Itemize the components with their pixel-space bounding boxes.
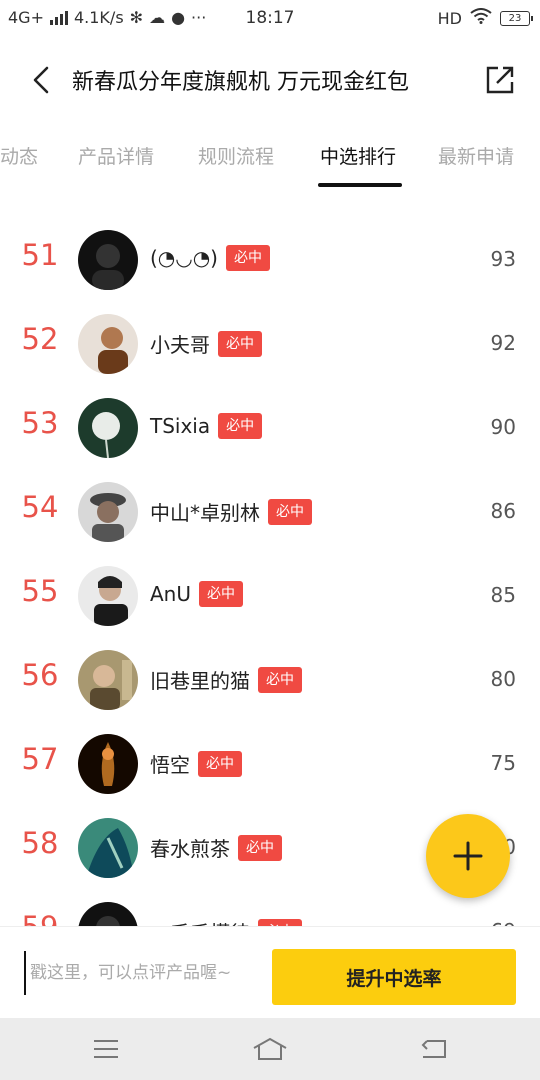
user-name: 旧巷里的猫 [150, 669, 250, 693]
system-nav-bar [0, 1018, 540, 1080]
back-nav-icon [421, 1040, 446, 1058]
user-info: TSixia 必中 [150, 413, 263, 439]
tab-rules[interactable]: 规则流程 [198, 142, 274, 169]
plus-icon [453, 841, 483, 871]
rank-number: 53 [21, 406, 59, 440]
list-item[interactable]: 55 AnU 必中 85 [0, 554, 540, 638]
share-button[interactable] [484, 64, 516, 96]
tab-latest-applications[interactable]: 最新申请 [438, 142, 514, 169]
must-win-badge: 必中 [199, 581, 243, 607]
avatar[interactable] [78, 650, 138, 710]
list-item[interactable]: 56 旧巷里的猫 必中 80 [0, 638, 540, 722]
list-item[interactable]: 53 TSixia 必中 90 [0, 386, 540, 470]
menu-nav-button[interactable] [86, 1032, 126, 1066]
boost-selection-rate-button[interactable]: 提升中选率 [272, 949, 516, 1005]
home-nav-button[interactable] [250, 1032, 290, 1066]
tab-product-details[interactable]: 产品详情 [78, 142, 154, 169]
hd-label: HD [437, 8, 462, 28]
back-arrow-icon [33, 66, 49, 94]
must-win-badge: 必中 [258, 666, 302, 693]
must-win-badge: 必中 [268, 498, 312, 525]
home-icon [253, 1037, 287, 1060]
battery-icon: 23 [500, 10, 533, 26]
list-item[interactable]: 51 (◔◡◔) 必中 93 [0, 218, 540, 302]
header: 新春瓜分年度旗舰机 万元现金红包 [0, 44, 540, 116]
wifi-icon [470, 8, 492, 28]
user-info: 春水煎茶 必中 [150, 833, 282, 862]
must-win-badge: 必中 [225, 245, 270, 271]
score: 75 [490, 751, 516, 775]
status-right: HD 23 [437, 8, 533, 28]
user-info: 小夫哥 必中 [150, 329, 262, 358]
tab-dynamics[interactable]: 动态 [0, 142, 38, 169]
must-win-badge: 必中 [218, 413, 263, 439]
avatar[interactable] [78, 818, 138, 878]
rank-number: 54 [21, 490, 59, 524]
user-info: 中山*卓别林 必中 [150, 497, 312, 526]
tab-bar: 动态 产品详情 规则流程 中选排行 最新申请 [0, 126, 540, 188]
comment-input[interactable] [24, 951, 264, 995]
comment-bar: 提升中选率 [0, 926, 540, 1018]
avatar[interactable] [78, 734, 138, 794]
user-name: TSixia [150, 414, 211, 438]
back-nav-button[interactable] [414, 1032, 454, 1066]
user-name: (◔◡◔) [150, 246, 218, 270]
avatar[interactable] [78, 902, 138, 926]
must-win-badge: 必中 [258, 918, 302, 926]
rank-number: 56 [21, 658, 59, 692]
rank-number: 51 [21, 238, 59, 272]
score: 80 [490, 667, 516, 691]
tab-ranking[interactable]: 中选排行 [320, 142, 396, 169]
rank-number: 55 [21, 574, 59, 608]
battery-level: 23 [508, 12, 522, 24]
user-info: 悟空 必中 [150, 749, 242, 778]
must-win-badge: 必中 [238, 834, 282, 861]
user-info: (◔◡◔) 必中 [150, 245, 270, 271]
rank-number: 58 [21, 826, 59, 860]
menu-icon [94, 1040, 118, 1058]
avatar[interactable] [78, 482, 138, 542]
score: 93 [490, 247, 516, 271]
score: 69 [491, 919, 516, 926]
user-info: AnU 必中 [150, 581, 243, 607]
score: 85 [490, 583, 516, 607]
rank-number: 52 [21, 322, 59, 356]
score: 90 [490, 415, 516, 439]
list-item[interactable]: 52 小夫哥 必中 92 [0, 302, 540, 386]
share-icon [486, 66, 514, 94]
user-name: AnU [150, 582, 191, 606]
list-item[interactable]: 57 悟空 必中 75 [0, 722, 540, 806]
status-bar: 4G+ 4.1K/s ✻ ☁ ● ··· 18:17 HD 23 [0, 0, 540, 36]
avatar[interactable] [78, 314, 138, 374]
user-info: 旧巷里的猫 必中 [150, 665, 302, 694]
user-name: 小夫哥 [150, 333, 210, 357]
list-item[interactable]: 54 中山*卓别林 必中 86 [0, 470, 540, 554]
avatar[interactable] [78, 566, 138, 626]
user-info: 一千千懂待 必中 [150, 917, 302, 926]
score: 86 [490, 499, 516, 523]
must-win-badge: 必中 [198, 750, 242, 777]
user-name: 中山*卓别林 [150, 501, 260, 525]
add-fab-button[interactable] [426, 814, 510, 898]
avatar[interactable] [78, 230, 138, 290]
active-tab-indicator [318, 183, 402, 187]
user-name: 一千千懂待 [150, 917, 250, 926]
rank-number: 59 [0, 910, 80, 926]
must-win-badge: 必中 [218, 330, 262, 357]
back-button[interactable] [26, 62, 56, 98]
score: 92 [490, 331, 516, 355]
page-title: 新春瓜分年度旗舰机 万元现金红包 [72, 70, 409, 95]
user-name: 春水煎茶 [150, 837, 230, 861]
avatar[interactable] [78, 398, 138, 458]
rank-number: 57 [21, 742, 59, 776]
user-name: 悟空 [150, 753, 190, 777]
